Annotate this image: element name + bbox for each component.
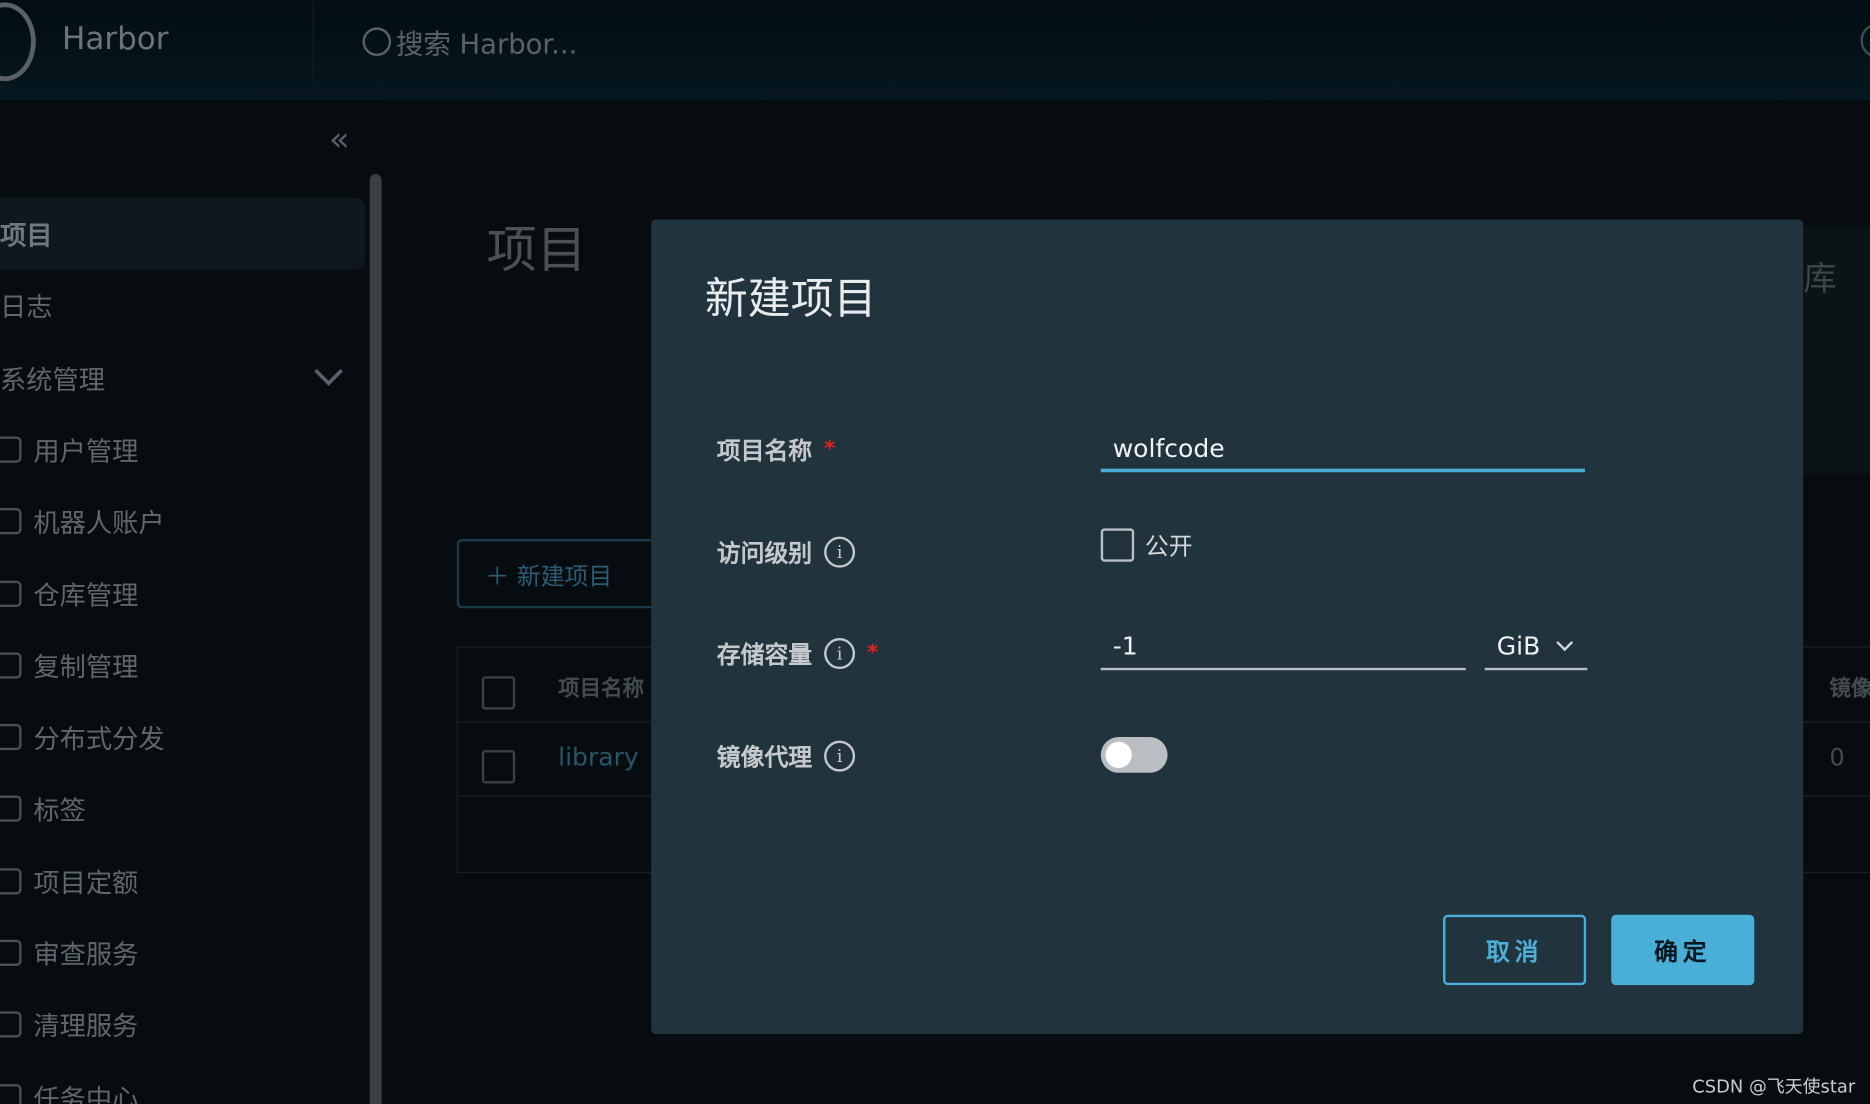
label-text: 镜像代理 (716, 742, 813, 772)
sidebar-item[interactable]: 任务中心 (0, 1061, 365, 1104)
info-icon[interactable]: i (824, 637, 856, 669)
brand-name[interactable]: Harbor (62, 21, 168, 57)
cancel-button[interactable]: 取消 (1443, 914, 1587, 986)
project-link[interactable]: library (558, 743, 639, 772)
sidebar-item[interactable]: 系统管理 (0, 342, 365, 414)
search-input[interactable]: 搜索 Harbor... (362, 21, 578, 62)
sidebar-scrollbar[interactable] (369, 174, 382, 1104)
shield-icon (0, 939, 22, 967)
summary-card-label: 库 (1803, 258, 1837, 299)
label-text: 存储容量 (716, 640, 813, 670)
clock-icon (0, 1083, 22, 1104)
required-mark: * (867, 640, 879, 666)
sidebar-item[interactable]: 用户管理 (0, 414, 365, 486)
col-project-name[interactable]: 项目名称 (558, 671, 644, 702)
sidebar-item-label: 系统管理 (0, 365, 105, 396)
collapse-sidebar-icon[interactable]: « (329, 119, 349, 158)
cloud-icon (0, 652, 22, 679)
required-mark: * (824, 436, 836, 462)
public-checkbox[interactable] (1100, 528, 1135, 562)
search-icon (362, 27, 392, 57)
label-text: 项目名称 (716, 436, 813, 466)
sidebar-item-label: 标签 (33, 797, 86, 827)
sidebar-item-label: 项目定额 (33, 869, 139, 899)
sidebar-item[interactable]: 项目 (0, 197, 365, 270)
chevron-down-icon (1556, 634, 1574, 652)
storage-quota-label: 存储容量 i * (716, 636, 879, 671)
page-title: 项目 (486, 220, 587, 280)
sidebar-item-label: 机器人账户 (33, 509, 165, 540)
share-icon (0, 724, 22, 751)
cube-icon (0, 580, 22, 607)
storage-quota-input[interactable] (1100, 624, 1466, 671)
sidebar-item[interactable]: 仓库管理 (0, 558, 365, 630)
label-text: 访问级别 (716, 539, 813, 568)
sidebar-item[interactable]: 日志 (0, 270, 365, 342)
sidebar-item-label: 日志 (0, 293, 53, 324)
robot-icon (0, 508, 22, 535)
sidebar-item-label: 清理服务 (33, 1012, 139, 1043)
select-all-checkbox[interactable] (481, 676, 516, 710)
dialog-title: 新建项目 (704, 275, 877, 325)
divider (312, 0, 314, 84)
row-checkbox[interactable] (481, 750, 516, 784)
toggle-knob (1105, 741, 1132, 769)
sidebar-item-label: 仓库管理 (33, 581, 139, 612)
sidebar-item[interactable]: 审查服务 (0, 917, 365, 989)
help-icon[interactable] (1860, 23, 1870, 58)
sidebar-item[interactable]: 复制管理 (0, 629, 365, 701)
project-name-label: 项目名称 * (717, 432, 836, 467)
proxy-cache-toggle[interactable] (1100, 737, 1168, 773)
users-icon (0, 436, 22, 463)
header: Harbor 搜索 Harbor... (0, 0, 1870, 101)
sidebar-item[interactable]: 标签 (0, 773, 365, 845)
project-name-input[interactable] (1100, 426, 1585, 473)
ok-button[interactable]: 确定 (1611, 914, 1755, 986)
watermark: CSDN @飞天使star (1692, 1075, 1856, 1098)
col-mirror[interactable]: 镜像 (1829, 671, 1870, 702)
sidebar-item-label: 复制管理 (33, 653, 139, 684)
proxy-cache-label: 镜像代理 i (716, 738, 856, 773)
storage-unit-select[interactable]: GiB (1484, 625, 1588, 671)
trash-icon (0, 1011, 22, 1038)
stage: Harbor 搜索 Harbor... « 项目日志系统管理用户管理机器人账户仓… (0, 0, 1870, 1104)
new-project-dialog: 新建项目 项目名称* 访问级别i 公开 存储容量i* GiB 镜像代理i 取消 … (651, 219, 1804, 1034)
sidebar-item-label: 审查服务 (33, 940, 139, 971)
sidebar-item-label: 任务中心 (33, 1084, 139, 1104)
info-icon[interactable]: i (824, 536, 856, 568)
sidebar-item[interactable]: 项目定额 (0, 845, 365, 917)
sidebar-item[interactable]: 机器人账户 (0, 486, 365, 558)
mirror-count: 0 (1829, 742, 1845, 772)
tag-icon (0, 795, 22, 823)
sidebar-item[interactable]: 分布式分发 (0, 701, 365, 773)
sidebar-item-label: 分布式分发 (33, 725, 165, 756)
harbor-logo-icon[interactable] (0, 2, 36, 82)
chevron-down-icon[interactable] (314, 356, 343, 386)
new-project-button[interactable]: ＋ 新建项目 (456, 539, 672, 609)
public-label[interactable]: 公开 (1145, 527, 1193, 562)
sidebar-item[interactable]: 清理服务 (0, 989, 365, 1061)
search-placeholder: 搜索 Harbor... (395, 29, 578, 61)
sidebar-item-label: 项目 (0, 221, 53, 252)
info-icon[interactable]: i (824, 740, 856, 772)
unit-value: GiB (1496, 632, 1541, 661)
sidebar-item-label: 用户管理 (33, 437, 139, 468)
pie-icon (0, 867, 22, 895)
access-level-label: 访问级别 i (716, 534, 856, 569)
